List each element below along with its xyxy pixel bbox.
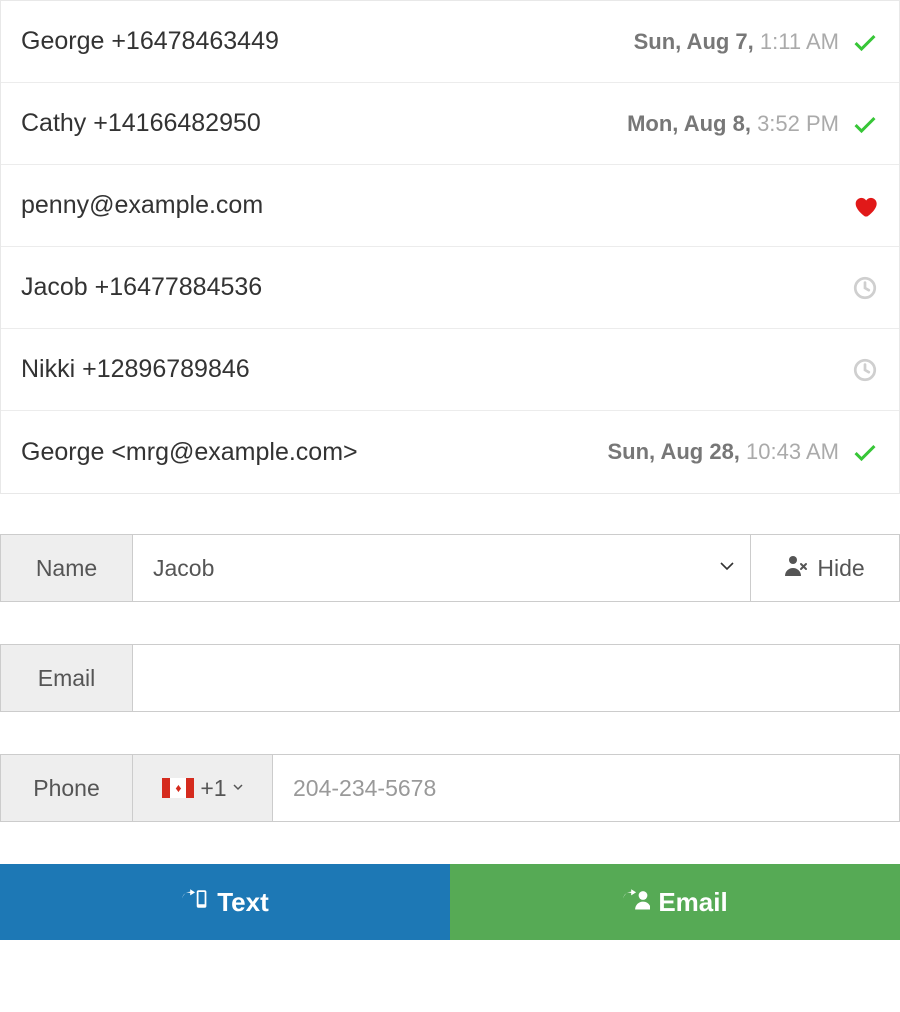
name-field-row: Name Hide [0, 534, 900, 602]
phone-label: Phone [1, 755, 133, 821]
check-icon [851, 28, 879, 56]
clock-icon [851, 274, 879, 302]
contact-list: George +16478463449 Sun, Aug 7, 1:11 AM … [0, 0, 900, 494]
contact-label: Jacob +16477884536 [21, 273, 851, 302]
user-x-icon [785, 554, 809, 582]
canada-flag-icon: ♦ [162, 778, 194, 798]
contact-label: Nikki +12896789846 [21, 355, 851, 384]
action-bar: Text Email [0, 864, 900, 940]
text-button[interactable]: Text [0, 864, 450, 940]
list-item[interactable]: Jacob +16477884536 [1, 247, 899, 329]
list-item[interactable]: George <mrg@example.com> Sun, Aug 28, 10… [1, 411, 899, 493]
text-button-label: Text [217, 887, 269, 918]
contact-date: Sun, Aug 7, 1:11 AM [634, 29, 839, 55]
hide-button[interactable]: Hide [751, 535, 899, 601]
name-select[interactable] [133, 535, 751, 601]
list-item[interactable]: George +16478463449 Sun, Aug 7, 1:11 AM [1, 1, 899, 83]
email-button[interactable]: Email [450, 864, 900, 940]
share-phone-icon [181, 885, 209, 920]
contact-label: penny@example.com [21, 191, 851, 220]
list-item[interactable]: penny@example.com [1, 165, 899, 247]
list-item[interactable]: Cathy +14166482950 Mon, Aug 8, 3:52 PM [1, 83, 899, 165]
contact-label: George <mrg@example.com> [21, 438, 608, 467]
email-input[interactable] [133, 645, 899, 711]
contact-label: George +16478463449 [21, 27, 634, 56]
check-icon [851, 110, 879, 138]
country-code: +1 [200, 775, 226, 802]
contact-form: Name Hide Email Phone ♦ +1 [0, 534, 900, 822]
contact-date: Sun, Aug 28, 10:43 AM [608, 439, 840, 465]
chevron-down-icon [720, 559, 734, 577]
chevron-down-icon [233, 784, 243, 792]
heart-icon [851, 192, 879, 220]
hide-button-label: Hide [817, 555, 864, 582]
email-field-row: Email [0, 644, 900, 712]
list-item[interactable]: Nikki +12896789846 [1, 329, 899, 411]
name-input[interactable] [133, 555, 750, 582]
share-user-icon [622, 885, 650, 920]
contact-label: Cathy +14166482950 [21, 109, 627, 138]
email-label: Email [1, 645, 133, 711]
name-label: Name [1, 535, 133, 601]
contact-date: Mon, Aug 8, 3:52 PM [627, 111, 839, 137]
clock-icon [851, 356, 879, 384]
country-code-selector[interactable]: ♦ +1 [133, 755, 273, 821]
check-icon [851, 438, 879, 466]
phone-field-row: Phone ♦ +1 [0, 754, 900, 822]
email-button-label: Email [658, 887, 727, 918]
phone-input[interactable] [273, 755, 899, 821]
